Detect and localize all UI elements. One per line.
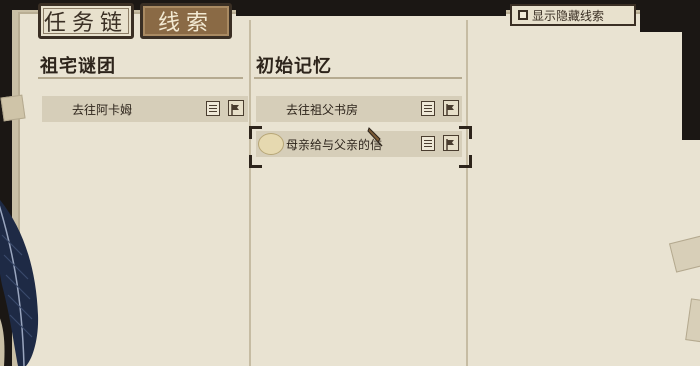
journal-page — [18, 12, 700, 366]
checkbox[interactable] — [518, 10, 528, 20]
clue-text: 去往阿卡姆 — [72, 102, 133, 117]
tab-label: 任务链 — [43, 11, 128, 36]
clue-text: 去往祖父书房 — [286, 102, 359, 117]
feather-quill-icon — [0, 195, 52, 366]
document-icon[interactable] — [421, 101, 435, 116]
column-title: 初始记忆 — [256, 56, 332, 77]
tab-clues[interactable]: 线索 — [140, 3, 232, 39]
column-divider — [466, 20, 468, 366]
clue-item-selected[interactable]: 母亲给与父亲的信 — [256, 131, 462, 157]
tab-label: 线索 — [157, 11, 214, 36]
column-title-rule — [38, 77, 243, 79]
page-edge-notch — [236, 10, 506, 16]
column-title: 祖宅谜团 — [40, 56, 116, 77]
tab-quest-chain[interactable]: 任务链 — [38, 3, 134, 39]
show-hidden-clues-toggle[interactable]: 显示隐藏线索 — [510, 4, 636, 26]
selection-corner — [249, 126, 262, 139]
page-edge-notch — [682, 20, 700, 140]
selection-corner — [459, 155, 472, 168]
document-icon[interactable] — [421, 136, 435, 151]
selection-corner — [459, 126, 472, 139]
column-title-rule — [254, 77, 462, 79]
selection-corner — [249, 155, 262, 168]
clue-item[interactable]: 去往阿卡姆 — [42, 96, 248, 122]
flag-icon[interactable] — [228, 100, 244, 116]
flag-icon[interactable] — [443, 100, 459, 116]
clue-board-screen: 任务链 线索 显示隐藏线索 祖宅谜团 去往阿卡姆 初始记忆 去往祖父书房 母亲给… — [0, 0, 700, 366]
paper-scrap — [0, 94, 26, 122]
quill-pen-cursor-icon — [366, 126, 386, 148]
column-divider — [249, 20, 251, 366]
clue-item[interactable]: 去往祖父书房 — [256, 96, 462, 122]
document-icon[interactable] — [206, 101, 220, 116]
checkbox-label: 显示隐藏线索 — [532, 8, 605, 23]
flag-icon[interactable] — [443, 135, 459, 151]
